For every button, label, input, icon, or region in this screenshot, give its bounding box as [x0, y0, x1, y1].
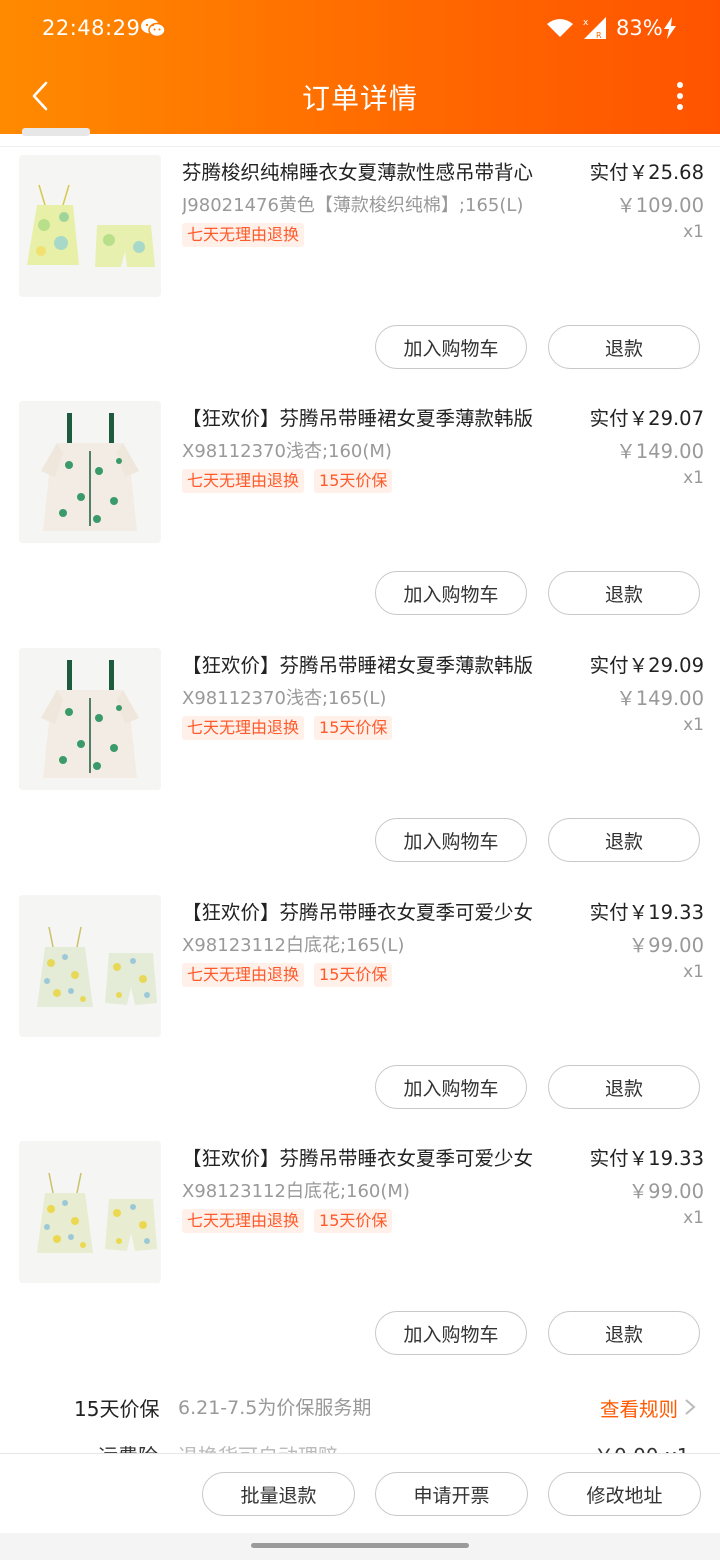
- paid-price: 实付￥29.07: [589, 407, 704, 430]
- return-policy-badge: 七天无理由退换: [182, 1209, 305, 1233]
- app-header: 22:48:29 x R 83% 订单详情: [0, 0, 720, 134]
- price-protect-badge: 15天价保: [314, 716, 393, 740]
- signal-icon: x R: [583, 17, 606, 40]
- apply-invoice-button[interactable]: 申请开票: [375, 1472, 528, 1516]
- home-indicator[interactable]: [251, 1543, 469, 1548]
- paid-price: 实付￥25.68: [589, 161, 704, 184]
- add-to-cart-button[interactable]: 加入购物车: [375, 1065, 527, 1109]
- original-price: ￥109.00: [616, 194, 704, 217]
- return-policy-badge: 七天无理由退换: [182, 223, 305, 247]
- battery-level: 83%: [616, 16, 663, 40]
- product-image[interactable]: [19, 648, 161, 790]
- order-item: 【狂欢价】芬腾吊带睡裙女夏季薄款韩版 X98112370浅杏;165(L) 七天…: [0, 640, 720, 886]
- original-price: ￥99.00: [628, 1180, 704, 1203]
- product-sku: X98112370浅杏;160(M): [182, 441, 392, 462]
- return-policy-badge: 七天无理由退换: [182, 716, 305, 740]
- price-protect-desc: 6.21-7.5为价保服务期: [178, 1397, 372, 1419]
- freight-insurance-label: 运费险: [98, 1440, 158, 1454]
- quantity: x1: [683, 468, 704, 488]
- order-item: 【狂欢价】芬腾吊带睡衣女夏季可爱少女 X98123112白底花;165(L) 七…: [0, 887, 720, 1133]
- system-nav-area: [0, 1533, 720, 1560]
- freight-insurance-desc: 退换货可自动理赔: [178, 1440, 338, 1454]
- svg-text:x: x: [583, 18, 589, 28]
- product-image[interactable]: [19, 401, 161, 543]
- quantity: x1: [683, 715, 704, 735]
- refund-button[interactable]: 退款: [548, 1065, 700, 1109]
- product-name[interactable]: 【狂欢价】芬腾吊带睡裙女夏季薄款韩版: [182, 402, 557, 431]
- add-to-cart-button[interactable]: 加入购物车: [375, 325, 527, 369]
- batch-refund-button[interactable]: 批量退款: [202, 1472, 355, 1516]
- product-image[interactable]: [19, 1141, 161, 1283]
- product-sku: X98123112白底花;165(L): [182, 935, 405, 956]
- price-protect-label: 15天价保: [74, 1397, 160, 1421]
- original-price: ￥149.00: [616, 440, 704, 463]
- edit-address-button[interactable]: 修改地址: [548, 1472, 701, 1516]
- add-to-cart-button[interactable]: 加入购物车: [375, 818, 527, 862]
- more-vertical-icon[interactable]: [668, 80, 692, 112]
- svg-text:R: R: [596, 31, 602, 40]
- refund-button[interactable]: 退款: [548, 818, 700, 862]
- product-sku: J98021476黄色【薄款梭织纯棉】;165(L): [182, 195, 524, 216]
- product-name[interactable]: 【狂欢价】芬腾吊带睡裙女夏季薄款韩版: [182, 649, 557, 678]
- freight-insurance-row: 运费险 退换货可自动理赔 ￥0.00 x1: [0, 1440, 720, 1454]
- add-to-cart-button[interactable]: 加入购物车: [375, 571, 527, 615]
- charging-icon: [664, 17, 676, 39]
- order-item: 【狂欢价】芬腾吊带睡衣女夏季可爱少女 X98123112白底花;160(M) 七…: [0, 1133, 720, 1379]
- quantity: x1: [683, 962, 704, 982]
- paid-price: 实付￥19.33: [589, 1147, 704, 1170]
- add-to-cart-button[interactable]: 加入购物车: [375, 1311, 527, 1355]
- refund-button[interactable]: 退款: [548, 325, 700, 369]
- wechat-icon: [141, 18, 166, 38]
- product-sku: X98123112白底花;160(M): [182, 1181, 410, 1202]
- price-protect-badge: 15天价保: [314, 963, 393, 987]
- price-protect-badge: 15天价保: [314, 469, 393, 493]
- product-name[interactable]: 芬腾梭织纯棉睡衣女夏薄款性感吊带背心: [182, 156, 557, 185]
- return-policy-badge: 七天无理由退换: [182, 469, 305, 493]
- quantity: x1: [683, 222, 704, 242]
- refund-button[interactable]: 退款: [548, 571, 700, 615]
- refund-button[interactable]: 退款: [548, 1311, 700, 1355]
- product-image[interactable]: [19, 895, 161, 1037]
- status-time: 22:48:29: [42, 16, 141, 40]
- product-name[interactable]: 【狂欢价】芬腾吊带睡衣女夏季可爱少女: [182, 1142, 557, 1171]
- scrolled-content-edge: [0, 128, 720, 147]
- paid-price: 实付￥19.33: [589, 901, 704, 924]
- price-protect-row[interactable]: 15天价保 6.21-7.5为价保服务期 查看规则: [0, 1384, 720, 1428]
- order-item: 【狂欢价】芬腾吊带睡裙女夏季薄款韩版 X98112370浅杏;160(M) 七天…: [0, 393, 720, 639]
- chevron-right-icon: [685, 1399, 696, 1415]
- product-sku: X98112370浅杏;165(L): [182, 688, 387, 709]
- paid-price: 实付￥29.09: [589, 654, 704, 677]
- view-rules-link[interactable]: 查看规则: [600, 1393, 678, 1422]
- page-title: 订单详情: [301, 82, 418, 115]
- quantity: x1: [683, 1208, 704, 1228]
- price-protect-badge: 15天价保: [314, 1209, 393, 1233]
- product-name[interactable]: 【狂欢价】芬腾吊带睡衣女夏季可爱少女: [182, 896, 557, 925]
- freight-insurance-value: ￥0.00 x1: [594, 1440, 689, 1454]
- product-image[interactable]: [19, 155, 161, 297]
- bottom-action-bar: 批量退款 申请开票 修改地址: [0, 1453, 720, 1534]
- original-price: ￥99.00: [628, 934, 704, 957]
- order-item: 芬腾梭织纯棉睡衣女夏薄款性感吊带背心 J98021476黄色【薄款梭织纯棉】;1…: [0, 147, 720, 393]
- original-price: ￥149.00: [616, 687, 704, 710]
- wifi-icon: [547, 19, 573, 37]
- return-policy-badge: 七天无理由退换: [182, 963, 305, 987]
